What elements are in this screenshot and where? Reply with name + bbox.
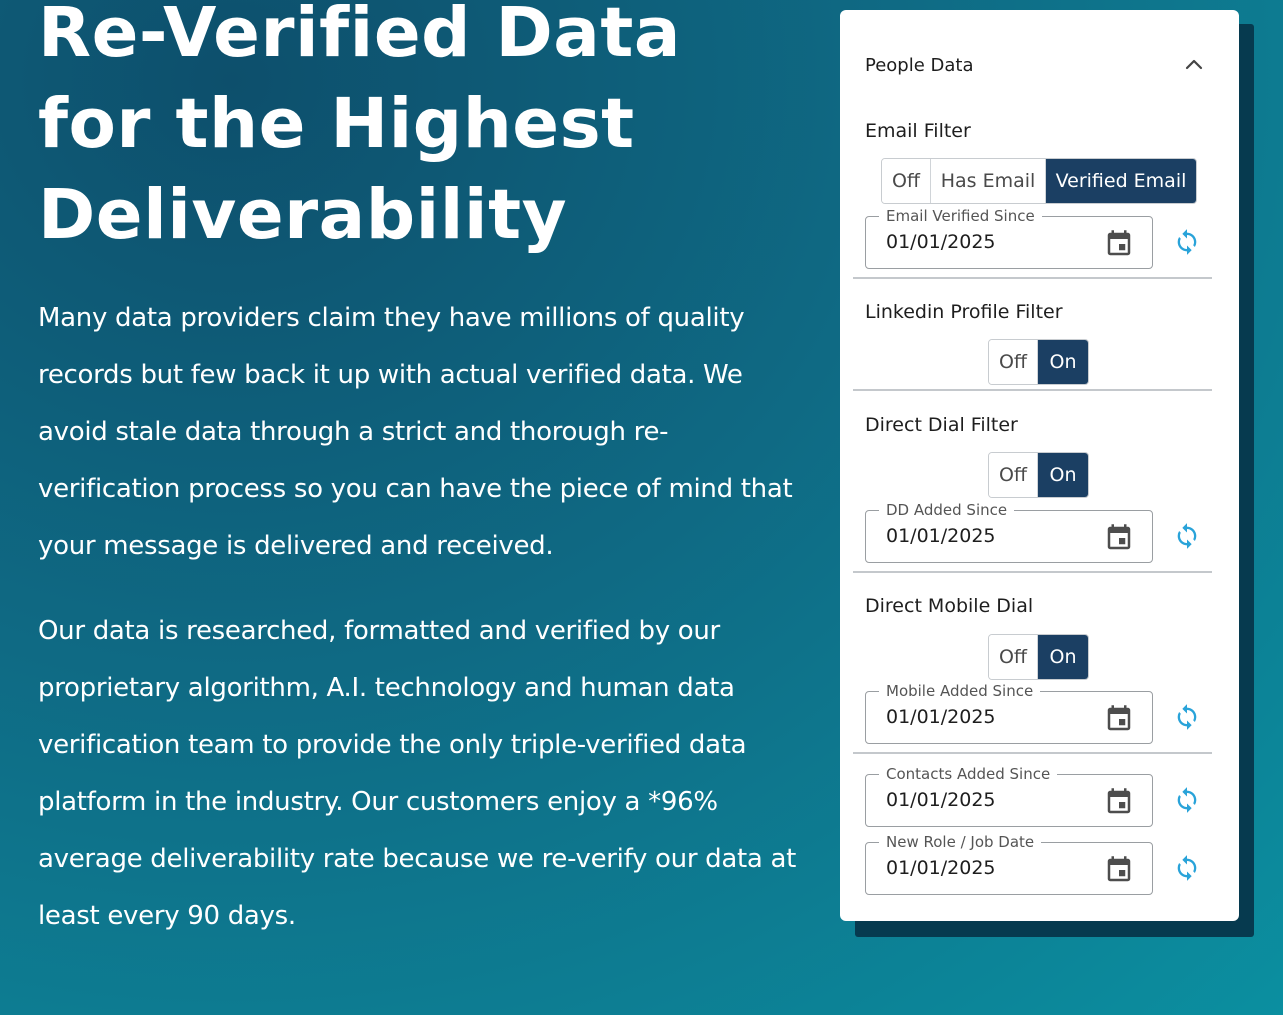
email-filter-off[interactable]: Off <box>882 159 931 203</box>
email-verified-since-field[interactable]: Email Verified Since 01/01/2025 <box>865 207 1153 269</box>
divider <box>853 277 1212 279</box>
contacts-added-since-label: Contacts Added Since <box>879 765 1058 783</box>
hero-paragraph-1: Many data providers claim they have mill… <box>38 303 793 561</box>
hero-paragraph-2: Our data is researched, formatted and ve… <box>38 616 797 931</box>
direct-mobile-dial-on[interactable]: On <box>1038 635 1088 679</box>
email-filter-verified-email[interactable]: Verified Email <box>1046 159 1196 203</box>
contacts-added-since-field[interactable]: Contacts Added Since 01/01/2025 <box>865 765 1153 827</box>
direct-dial-filter-off[interactable]: Off <box>989 453 1038 497</box>
calendar-icon[interactable] <box>1104 523 1134 553</box>
people-data-panel: People Data Email Filter Off Has Email V… <box>840 10 1239 921</box>
email-filter-label: Email Filter <box>865 120 971 142</box>
new-role-job-date-field[interactable]: New Role / Job Date 01/01/2025 <box>865 833 1153 895</box>
linkedin-filter-toggle: Off On <box>988 339 1089 385</box>
divider <box>853 571 1212 573</box>
email-filter-toggle: Off Has Email Verified Email <box>881 158 1197 204</box>
calendar-icon[interactable] <box>1104 229 1134 259</box>
new-role-job-date-label: New Role / Job Date <box>879 833 1042 851</box>
hero-section: Re-Verified Data for the Highest Deliver… <box>38 0 798 945</box>
hero-title-line: Re-Verified Data <box>38 0 681 73</box>
linkedin-filter-on[interactable]: On <box>1038 340 1088 384</box>
dd-added-since-label: DD Added Since <box>879 501 1015 519</box>
calendar-icon[interactable] <box>1104 855 1134 885</box>
contacts-added-since-value[interactable]: 01/01/2025 <box>886 789 996 811</box>
direct-mobile-dial-label: Direct Mobile Dial <box>865 595 1034 617</box>
refresh-icon[interactable] <box>1173 854 1201 882</box>
refresh-icon[interactable] <box>1173 228 1201 256</box>
email-verified-since-value[interactable]: 01/01/2025 <box>886 231 996 253</box>
calendar-icon[interactable] <box>1104 787 1134 817</box>
email-verified-since-label: Email Verified Since <box>879 207 1042 225</box>
mobile-added-since-field[interactable]: Mobile Added Since 01/01/2025 <box>865 682 1153 744</box>
chevron-up-icon[interactable] <box>1184 54 1204 74</box>
mobile-added-since-value[interactable]: 01/01/2025 <box>886 706 996 728</box>
direct-mobile-dial-off[interactable]: Off <box>989 635 1038 679</box>
dd-added-since-field[interactable]: DD Added Since 01/01/2025 <box>865 501 1153 563</box>
direct-dial-filter-label: Direct Dial Filter <box>865 414 1018 436</box>
hero-title-line: Deliverability <box>38 175 568 255</box>
direct-dial-filter-toggle: Off On <box>988 452 1089 498</box>
refresh-icon[interactable] <box>1173 786 1201 814</box>
direct-dial-filter-on[interactable]: On <box>1038 453 1088 497</box>
divider <box>853 389 1212 391</box>
divider <box>853 752 1212 754</box>
linkedin-filter-off[interactable]: Off <box>989 340 1038 384</box>
new-role-job-date-value[interactable]: 01/01/2025 <box>886 857 996 879</box>
email-filter-has-email[interactable]: Has Email <box>931 159 1046 203</box>
refresh-icon[interactable] <box>1173 522 1201 550</box>
linkedin-filter-label: Linkedin Profile Filter <box>865 301 1063 323</box>
hero-title-line: for the Highest <box>38 84 635 164</box>
mobile-added-since-label: Mobile Added Since <box>879 682 1041 700</box>
dd-added-since-value[interactable]: 01/01/2025 <box>886 525 996 547</box>
calendar-icon[interactable] <box>1104 704 1134 734</box>
direct-mobile-dial-toggle: Off On <box>988 634 1089 680</box>
refresh-icon[interactable] <box>1173 703 1201 731</box>
hero-title: Re-Verified Data for the Highest Deliver… <box>38 0 798 261</box>
panel-title: People Data <box>865 55 974 76</box>
